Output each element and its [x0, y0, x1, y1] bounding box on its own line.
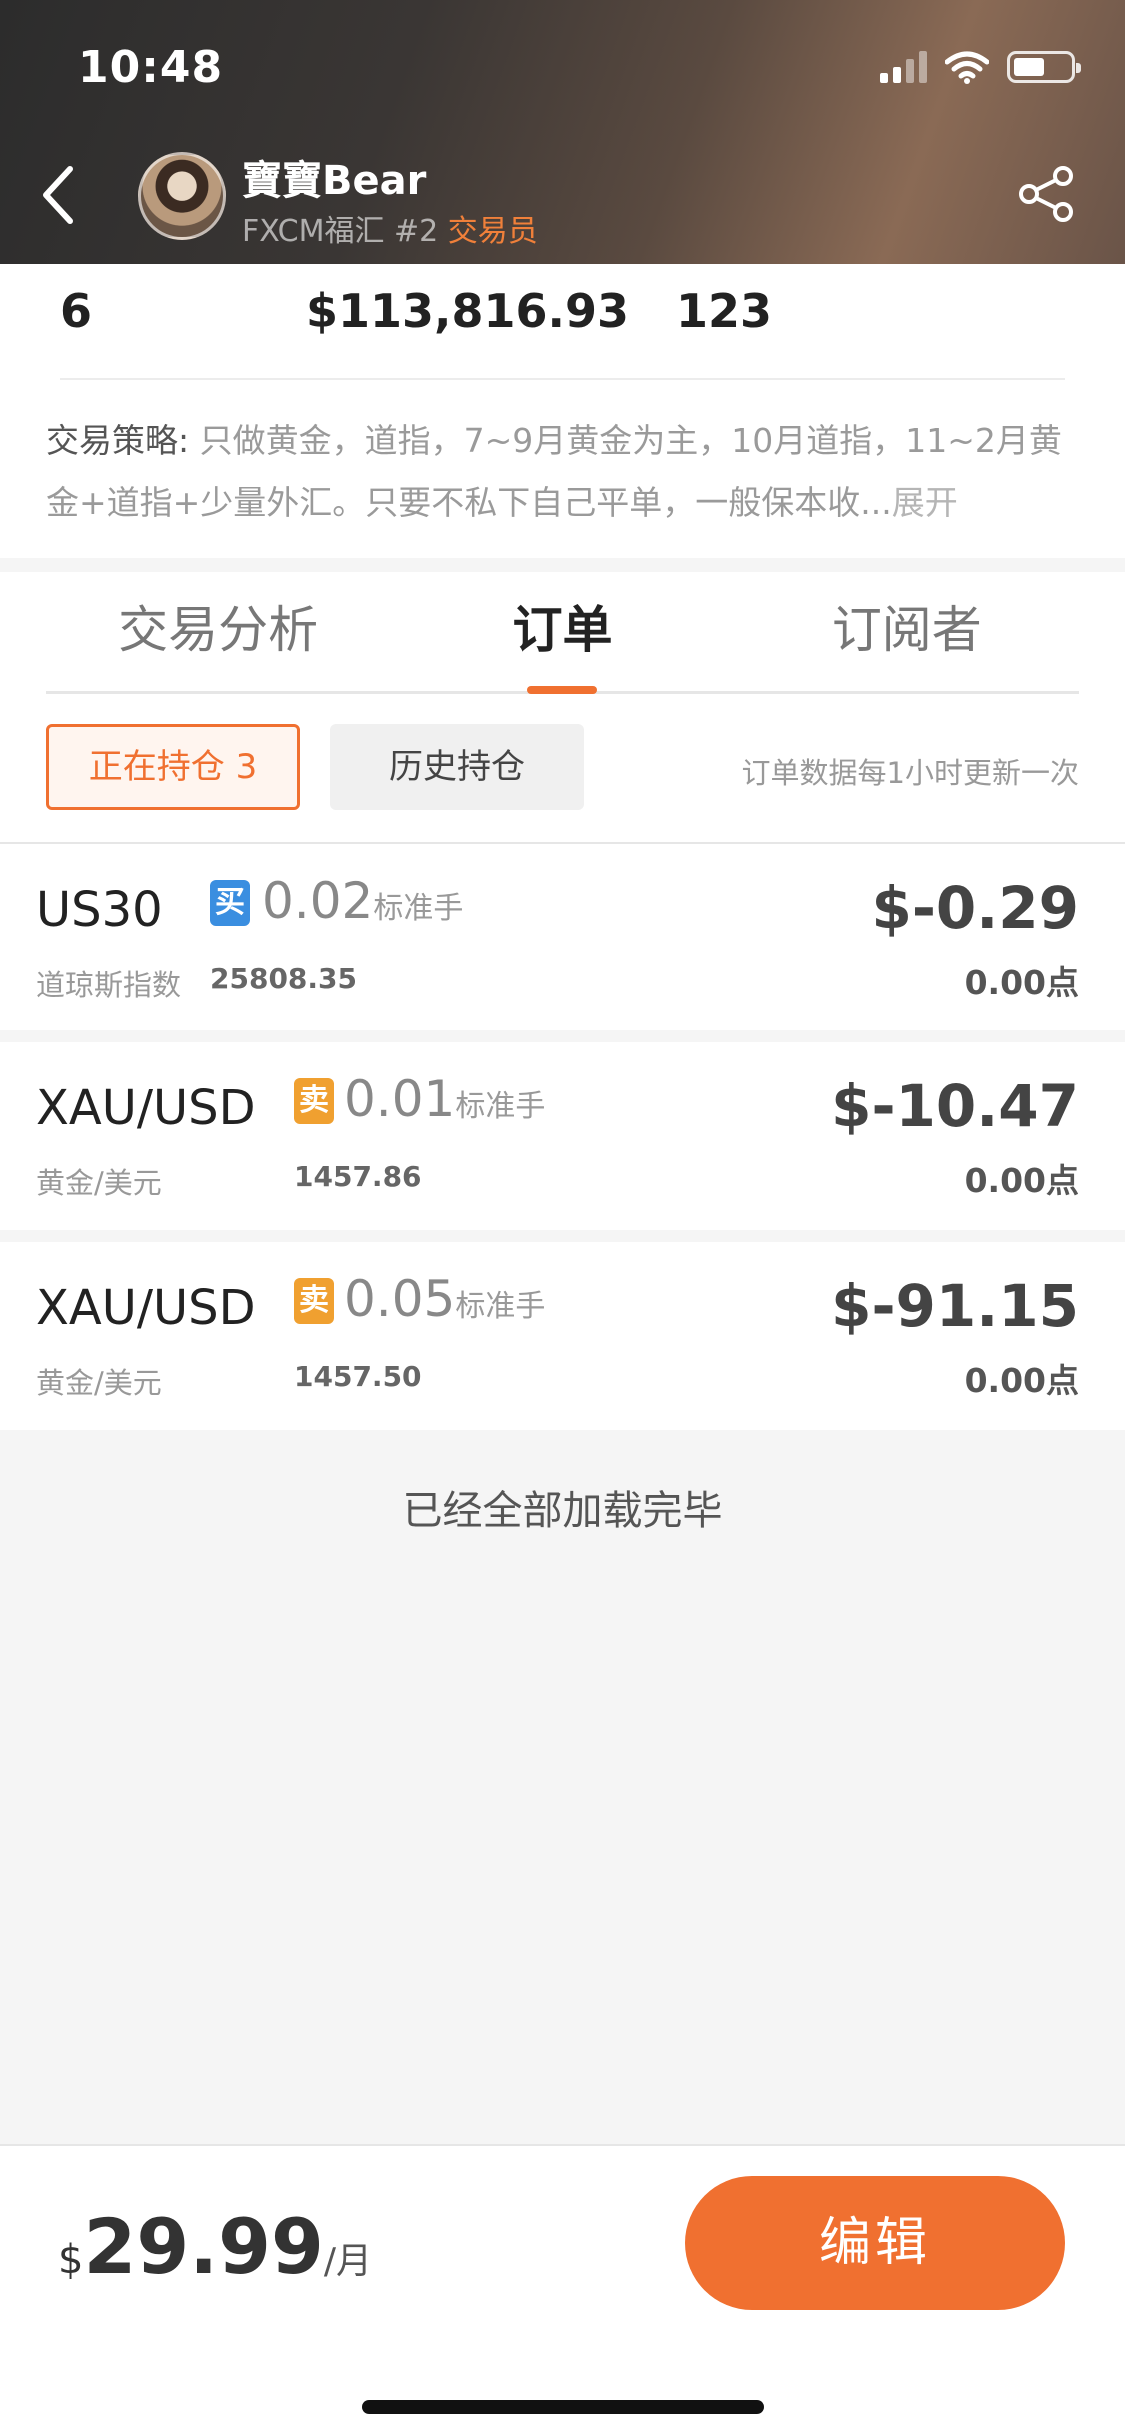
orders-section-header: 交易分析 订单 订阅者 正在持仓 3 历史持仓 订单数据每1小时更新一次: [0, 572, 1125, 842]
status-icons: [880, 50, 1081, 84]
tab-orders[interactable]: 订单: [390, 572, 734, 694]
order-lots-unit: 标准手: [455, 1089, 546, 1124]
expand-link[interactable]: 展开: [892, 483, 958, 522]
order-row[interactable]: US30 买 0.02标准手 道琼斯指数 25808.35 $-0.29 0.0…: [0, 842, 1125, 1030]
order-lots-unit: 标准手: [373, 891, 464, 926]
order-points: 0.00点: [964, 1361, 1079, 1400]
all-loaded-note: 已经全部加载完毕: [402, 1488, 723, 1534]
order-lots: 0.02标准手: [262, 872, 463, 930]
sell-badge: 卖: [294, 1278, 334, 1324]
strategy-text[interactable]: 交易策略: 只做黄金，道指，7~9月黄金为主，10月道指，11~2月黄金+道指+…: [46, 410, 1065, 534]
order-lots-value: 0.01: [344, 1070, 456, 1128]
stat-value-1: 6: [60, 284, 93, 338]
stats-row: 6 $113,816.93 123: [0, 274, 1125, 354]
wifi-icon: [945, 51, 989, 84]
order-row[interactable]: XAU/USD 卖 0.05标准手 黄金/美元 1457.50 $-91.15 …: [0, 1242, 1125, 1430]
strategy-label: 交易策略:: [46, 421, 190, 460]
order-symbol-desc: 黄金/美元: [36, 1166, 162, 1200]
edit-button[interactable]: 编辑: [685, 2176, 1065, 2310]
history-positions-button[interactable]: 历史持仓: [330, 724, 584, 810]
avatar[interactable]: [138, 152, 226, 240]
tab-bar: 交易分析 订单 订阅者: [46, 572, 1079, 694]
trader-role: 交易员: [447, 214, 538, 249]
order-price: 25808.35: [210, 962, 358, 995]
open-positions-button[interactable]: 正在持仓 3: [46, 724, 300, 810]
profile-header: 10:48 寶寶Bear FXCM福汇 #2 交易员: [0, 0, 1125, 264]
order-filters: 正在持仓 3 历史持仓 订单数据每1小时更新一次: [46, 724, 1079, 810]
buy-badge: 买: [210, 880, 250, 926]
price-amount: 29.99: [83, 2202, 324, 2291]
tab-analysis[interactable]: 交易分析: [46, 572, 390, 691]
order-lots: 0.01标准手: [344, 1070, 545, 1128]
order-points: 0.00点: [964, 963, 1079, 1002]
battery-icon: [1007, 51, 1081, 83]
chevron-left-icon: [43, 166, 73, 224]
order-lots-value: 0.05: [344, 1270, 456, 1328]
order-price: 1457.50: [294, 1360, 422, 1393]
tab-subscribers[interactable]: 订阅者: [735, 572, 1079, 691]
order-pnl: $-91.15: [831, 1272, 1079, 1340]
signal-icon: [880, 51, 927, 83]
trader-subtitle: FXCM福汇 #2 交易员: [242, 206, 538, 250]
page: 10:48 寶寶Bear FXCM福汇 #2 交易员 6 $113,816.93…: [0, 0, 1125, 2436]
summary-card: 6 $113,816.93 123 交易策略: 只做黄金，道指，7~9月黄金为主…: [0, 264, 1125, 558]
order-symbol: XAU/USD: [36, 1280, 256, 1336]
order-symbol-desc: 黄金/美元: [36, 1366, 162, 1400]
order-symbol: US30: [36, 882, 163, 938]
price-currency: $: [58, 2237, 84, 2283]
home-indicator[interactable]: [362, 2400, 764, 2414]
trader-name: 寶寶Bear: [242, 158, 427, 204]
share-icon: [1019, 166, 1073, 222]
order-lots-unit: 标准手: [455, 1289, 546, 1324]
order-lots: 0.05标准手: [344, 1270, 545, 1328]
order-points: 0.00点: [964, 1161, 1079, 1200]
order-row[interactable]: XAU/USD 卖 0.01标准手 黄金/美元 1457.86 $-10.47 …: [0, 1042, 1125, 1230]
divider: [60, 378, 1065, 380]
bottom-bar: $29.99/月 编辑: [0, 2144, 1125, 2436]
order-symbol-desc: 道琼斯指数: [36, 968, 182, 1002]
update-note: 订单数据每1小时更新一次: [741, 756, 1079, 790]
subscription-price: $29.99/月: [58, 2202, 372, 2291]
stat-value-3: 123: [676, 284, 773, 338]
share-button[interactable]: [1015, 162, 1079, 226]
order-symbol: XAU/USD: [36, 1080, 256, 1136]
sell-badge: 卖: [294, 1078, 334, 1124]
trader-rank: #2: [394, 214, 439, 249]
order-lots-value: 0.02: [262, 872, 374, 930]
broker-name: FXCM福汇: [242, 214, 385, 249]
order-pnl: $-0.29: [871, 874, 1079, 942]
price-unit: /月: [323, 2241, 372, 2282]
back-button[interactable]: [38, 160, 88, 230]
order-pnl: $-10.47: [831, 1072, 1079, 1140]
status-time: 10:48: [78, 42, 224, 93]
stat-value-2: $113,816.93: [306, 284, 630, 338]
order-price: 1457.86: [294, 1160, 422, 1193]
